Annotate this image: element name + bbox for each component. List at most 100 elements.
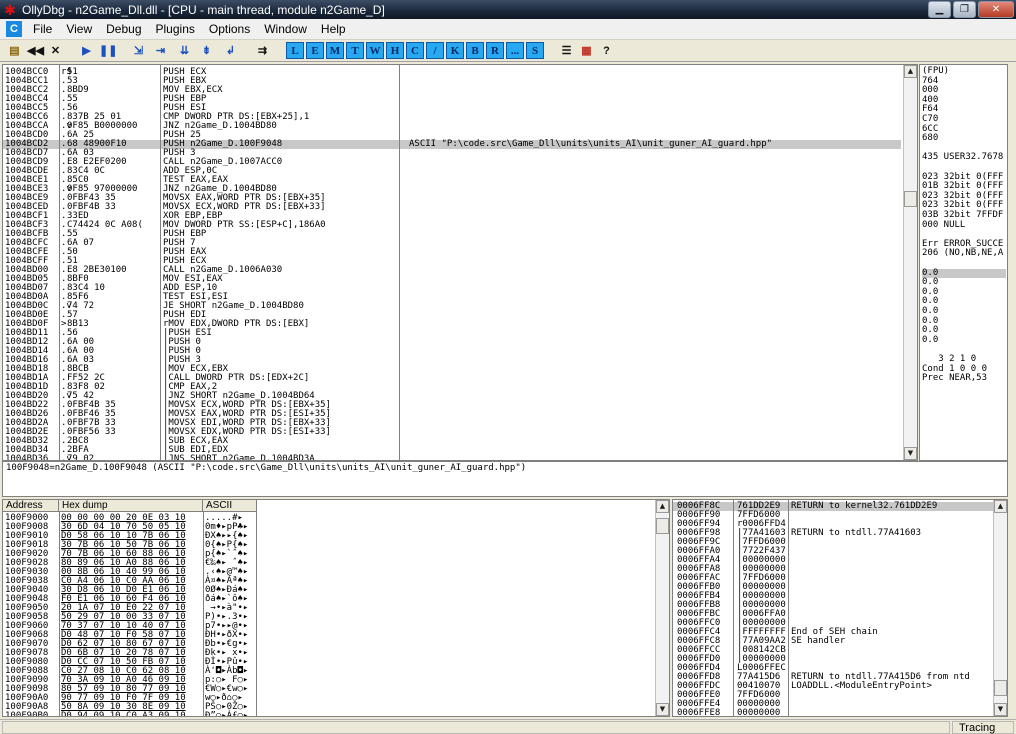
execute-till-return-icon[interactable]: ↲: [222, 42, 239, 59]
scroll-thumb[interactable]: [656, 518, 669, 534]
stack-row[interactable]: 0006FFE0 7FFD6000: [673, 691, 993, 700]
disasm-row[interactable]: 1004BCCA .v 0F85 B0000000 JNZ n2Game_D.1004…: [3, 122, 901, 131]
disasm-row[interactable]: 1004BD1D. 83F8 02 |CMP EAX,2: [3, 383, 901, 392]
disasm-row[interactable]: 1004BD16. 6A 03 |PUSH 3: [3, 356, 901, 365]
disasm-row[interactable]: 1004BCE1. 85C0 TEST EAX,EAX: [3, 176, 901, 185]
go-to-origin-icon[interactable]: ⇉: [254, 42, 271, 59]
stack-row[interactable]: 0006FFBC |0006FFA0: [673, 610, 993, 619]
disasm-row[interactable]: 1004BCD7. 6A 03 PUSH 3: [3, 149, 901, 158]
disasm-row[interactable]: 1004BCD9. E8 E2EF0200 CALL n2Game_D.1007AC…: [3, 158, 901, 167]
disasm-row[interactable]: 1004BCFB. 55 PUSH EBP: [3, 230, 901, 239]
close-program-icon[interactable]: ✕: [47, 42, 64, 59]
trace-into-icon[interactable]: ⇊: [176, 42, 193, 59]
scroll-down-arrow-icon[interactable]: ▼: [656, 703, 669, 716]
dump-header-ascii[interactable]: ASCII: [203, 500, 257, 512]
disasm-row[interactable]: 1004BD1A. FF52 2C |CALL DWORD PTR DS:[EDX+…: [3, 374, 901, 383]
disasm-row[interactable]: 1004BD07. 83C4 10 ADD ESP,10: [3, 284, 901, 293]
stack-row[interactable]: 0006FFA4 |00000000: [673, 556, 993, 565]
disasm-row[interactable]: 1004BCF3. C74424 0C A08(MOV DWORD PTR SS:…: [3, 221, 901, 230]
disasm-row[interactable]: 1004BD11. 56 |PUSH ESI: [3, 329, 901, 338]
cpu-window-icon[interactable]: C: [6, 21, 22, 37]
disasm-row[interactable]: 1004BD0C .v 74 72 JE SHORT n2Game_D.1004BD8…: [3, 302, 901, 311]
disasm-row[interactable]: 1004BCFC. 6A 07 PUSH 7: [3, 239, 901, 248]
open-icon[interactable]: ▤: [6, 42, 23, 59]
disasm-row[interactable]: 1004BD0A. 85F6 TEST ESI,ESI: [3, 293, 901, 302]
info-pane[interactable]: 100F9048=n2Game_D.100F9048 (ASCII "P:\co…: [2, 461, 1008, 497]
stack-row[interactable]: 0006FFD0 |00000000: [673, 655, 993, 664]
disassembly-pane[interactable]: 1004BCC0 r$ 51 PUSH ECX 1004BCC1. 53 PUSH EBX 1…: [2, 64, 918, 461]
stack-row[interactable]: 0006FF9C |7FFD6000: [673, 538, 993, 547]
maximize-button[interactable]: ❐: [953, 1, 976, 18]
stack-row[interactable]: 0006FFC8 |77A09AA2 SE handler: [673, 637, 993, 646]
stack-row[interactable]: 0006FFAC |7FFD6000: [673, 574, 993, 583]
disasm-row[interactable]: 1004BD26. 0FBF46 35 |MOVSX EAX,WORD PTR DS…: [3, 410, 901, 419]
disasm-row[interactable]: 1004BCC1. 53 PUSH EBX: [3, 77, 901, 86]
disasm-row[interactable]: 1004BCED. 0FBF4B 33 MOVSX ECX,WORD PTR DS:…: [3, 203, 901, 212]
scroll-down-arrow-icon[interactable]: ▼: [904, 447, 917, 460]
disasm-row[interactable]: 1004BCFE. 50 PUSH EAX: [3, 248, 901, 257]
disasm-row[interactable]: 1004BCC4. 55 PUSH EBP: [3, 95, 901, 104]
disasm-row[interactable]: 1004BD14. 6A 00 |PUSH 0: [3, 347, 901, 356]
stack-row[interactable]: 0006FFB8 |00000000: [673, 601, 993, 610]
disasm-row[interactable]: 1004BD20 .v 75 42 |JNZ SHORT n2Game_D.1004B…: [3, 392, 901, 401]
menu-help[interactable]: Help: [314, 19, 353, 39]
menu-file[interactable]: File: [26, 19, 59, 39]
modules-window-button[interactable]: E: [306, 42, 324, 59]
list-view-icon[interactable]: ☰: [558, 42, 575, 59]
disasm-row[interactable]: 1004BCC2. 8BD9 MOV EBX,ECX: [3, 86, 901, 95]
disasm-row[interactable]: 1004BD18. 8BCB |MOV ECX,EBX: [3, 365, 901, 374]
disasm-row[interactable]: 1004BD0E. 57 PUSH EDI: [3, 311, 901, 320]
stack-scrollbar[interactable]: ▲ ▼: [993, 500, 1007, 716]
menu-window[interactable]: Window: [257, 19, 314, 39]
trace-over-icon[interactable]: ⇟: [198, 42, 215, 59]
disasm-row[interactable]: 1004BD12. 6A 00 |PUSH 0: [3, 338, 901, 347]
stack-row[interactable]: 0006FFA0 |7722F437: [673, 547, 993, 556]
stack-row[interactable]: 0006FF98 |77A41603 RETURN to ntdll.77A4160…: [673, 529, 993, 538]
stack-pane[interactable]: 0006FF8C 761DD2E9 RETURN to kernel32.761DD…: [672, 499, 1008, 717]
disassembly-scrollbar[interactable]: ▲ ▼: [903, 65, 917, 460]
stack-row[interactable]: 0006FFB4 |00000000: [673, 592, 993, 601]
scroll-thumb[interactable]: [904, 191, 917, 207]
disasm-row[interactable]: 1004BCE3 .v 0F85 97000000 JNZ n2Game_D.1004…: [3, 185, 901, 194]
cpu-window-button[interactable]: C: [406, 42, 424, 59]
color-grid-icon[interactable]: ▦: [578, 42, 595, 59]
call-stack-window-button[interactable]: K: [446, 42, 464, 59]
menu-options[interactable]: Options: [202, 19, 257, 39]
stack-row[interactable]: 0006FFB0 |00000000: [673, 583, 993, 592]
disasm-row[interactable]: 1004BD05. 8BF0 MOV ESI,EAX: [3, 275, 901, 284]
patches-window-button[interactable]: /: [426, 42, 444, 59]
menu-debug[interactable]: Debug: [99, 19, 148, 39]
stack-row[interactable]: 0006FFE4 00000000: [673, 700, 993, 709]
menu-view[interactable]: View: [59, 19, 99, 39]
help-icon[interactable]: ?: [598, 42, 615, 59]
run-trace-window-button[interactable]: ...: [506, 42, 524, 59]
stack-row[interactable]: 0006FFA8 |00000000: [673, 565, 993, 574]
scroll-thumb[interactable]: [994, 680, 1007, 696]
run-icon[interactable]: ▶: [78, 42, 95, 59]
step-over-icon[interactable]: ⇥: [152, 42, 169, 59]
stack-row[interactable]: 0006FFDC 00410070 LOADDLL.<ModuleEntryPoin…: [673, 682, 993, 691]
step-into-icon[interactable]: ⇲: [130, 42, 147, 59]
disasm-row[interactable]: 1004BCC5. 56 PUSH ESI: [3, 104, 901, 113]
disasm-row[interactable]: 1004BCE9. 0FBF43 35 MOVSX EAX,WORD PTR DS:…: [3, 194, 901, 203]
registers-pane[interactable]: (FPU) 764 000 400 F64 C70 6CC 680 435 USER32.767…: [919, 64, 1008, 461]
menu-plugins[interactable]: Plugins: [149, 19, 202, 39]
disasm-row[interactable]: 1004BD34. 2BFA |SUB EDI,EDX: [3, 446, 901, 455]
handles-window-button[interactable]: H: [386, 42, 404, 59]
disasm-row[interactable]: 1004BD00. E8 2BE30100 CALL n2Game_D.1006A0…: [3, 266, 901, 275]
threads-window-button[interactable]: T: [346, 42, 364, 59]
breakpoints-window-button[interactable]: B: [466, 42, 484, 59]
scroll-up-arrow-icon[interactable]: ▲: [994, 500, 1007, 513]
log-window-button[interactable]: L: [286, 42, 304, 59]
minimize-button[interactable]: ▁: [928, 1, 951, 18]
stack-row[interactable]: 0006FFCC |008142CB: [673, 646, 993, 655]
scroll-down-arrow-icon[interactable]: ▼: [994, 703, 1007, 716]
close-button[interactable]: ✕: [978, 1, 1014, 18]
memory-window-button[interactable]: M: [326, 42, 344, 59]
disasm-row[interactable]: 1004BCDE. 83C4 0C ADD ESP,0C: [3, 167, 901, 176]
dump-header-address[interactable]: Address: [3, 500, 59, 512]
disasm-row[interactable]: 1004BD2A. 0FBF7B 33 |MOVSX EDI,WORD PTR DS…: [3, 419, 901, 428]
pause-icon[interactable]: ❚❚: [98, 42, 117, 59]
scroll-up-arrow-icon[interactable]: ▲: [656, 500, 669, 513]
stack-row[interactable]: 0006FF8C 761DD2E9 RETURN to kernel32.761DD…: [673, 502, 993, 511]
